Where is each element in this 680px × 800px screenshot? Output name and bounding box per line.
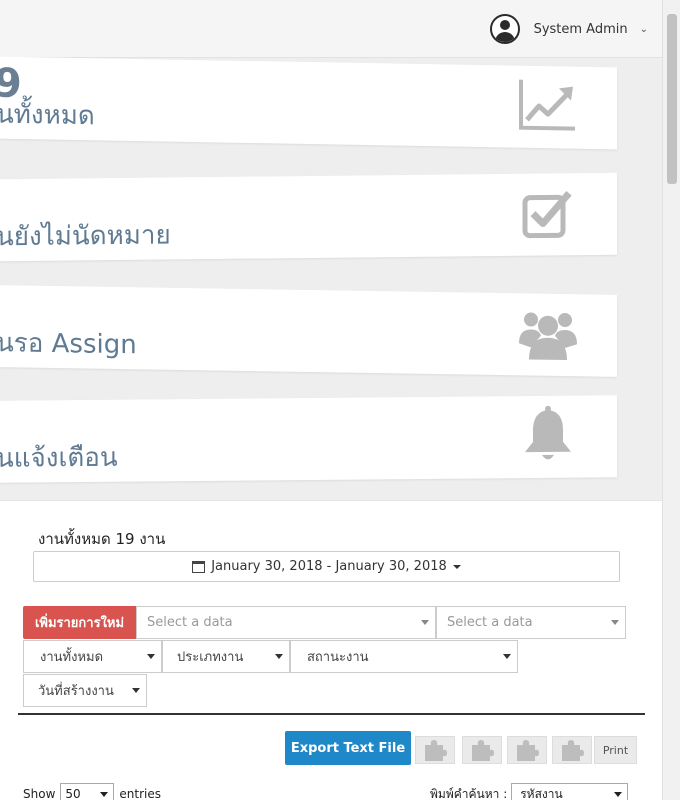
date-range-picker[interactable]: January 30, 2018 - January 30, 2018 — [33, 551, 620, 582]
line-chart-icon — [519, 79, 575, 131]
filter-value: สถานะงาน — [307, 650, 369, 665]
show-label: Show — [23, 787, 56, 800]
data-select-1[interactable]: Select a data — [136, 606, 436, 639]
puzzle-button[interactable] — [552, 736, 592, 764]
stat-card-not-scheduled[interactable]: นยังไม่นัดหมาย — [0, 172, 617, 262]
search-field-select[interactable]: รหัสงาน — [511, 783, 629, 800]
puzzle-icon — [425, 740, 447, 761]
filter-all-jobs[interactable]: งานทั้งหมด — [23, 640, 162, 673]
search-label: พิมพ์คำค้นหา : — [430, 786, 508, 800]
date-range-text: January 30, 2018 - January 30, 2018 — [211, 559, 447, 574]
export-text-file-button[interactable]: Export Text File — [285, 731, 411, 765]
print-button[interactable]: Print — [594, 736, 637, 764]
page-length-control: Show 50 entries — [23, 783, 161, 800]
chevron-down-icon — [611, 620, 619, 625]
page-scrollbar[interactable] — [662, 0, 680, 800]
stat-card-waiting-assign[interactable]: นรอ Assign — [0, 285, 617, 377]
filter-job-type[interactable]: ประเภทงาน — [162, 640, 290, 673]
top-header: System Admin ⌄ — [0, 0, 662, 58]
chevron-down-icon — [132, 688, 140, 693]
puzzle-button[interactable] — [462, 736, 502, 764]
puzzle-icon — [472, 740, 494, 761]
filter-job-status[interactable]: สถานะงาน — [290, 640, 518, 673]
bell-icon — [525, 405, 571, 460]
stat-label: นแจ้งเตือน — [0, 442, 118, 474]
avatar-head — [499, 20, 510, 30]
jobs-panel: งานทั้งหมด 19 งาน January 30, 2018 - Jan… — [0, 500, 662, 800]
filter-value: งานทั้งหมด — [40, 650, 104, 665]
users-icon — [519, 312, 577, 361]
page-length-value: 50 — [65, 787, 81, 800]
filter-value: วันที่สร้างงาน — [38, 684, 114, 699]
data-select-2[interactable]: Select a data — [436, 606, 626, 639]
search-control: พิมพ์คำค้นหา : รหัสงาน — [430, 783, 629, 800]
chevron-down-icon — [100, 792, 109, 797]
add-new-button[interactable]: เพิ่มรายการใหม่ — [23, 606, 136, 639]
avatar-body — [494, 32, 515, 42]
select-placeholder: Select a data — [147, 615, 233, 630]
search-field-value: รหัสงาน — [520, 786, 563, 800]
puzzle-button[interactable] — [507, 736, 547, 764]
user-menu[interactable]: System Admin ⌄ — [489, 14, 648, 44]
page-length-select[interactable]: 50 — [60, 783, 115, 800]
stat-label: นรอ Assign — [0, 328, 137, 361]
puzzle-button[interactable] — [415, 736, 455, 764]
stat-card-alerts[interactable]: นแจ้งเตือน — [0, 395, 617, 483]
puzzle-icon — [562, 740, 584, 761]
calendar-icon — [192, 560, 206, 573]
checkbox-icon — [522, 191, 572, 239]
stat-card-all-jobs[interactable]: 9 นทั้งหมด — [0, 56, 617, 150]
stat-label: นทั้งหมด — [0, 99, 95, 132]
select-placeholder: Select a data — [447, 615, 533, 630]
scrollbar-thumb[interactable] — [667, 14, 677, 184]
user-name[interactable]: System Admin — [534, 22, 628, 37]
chevron-down-icon — [147, 654, 155, 659]
panel-title: งานทั้งหมด 19 งาน — [38, 530, 166, 548]
chevron-down-icon[interactable]: ⌄ — [640, 24, 648, 35]
divider — [18, 713, 645, 715]
filter-created-date[interactable]: วันที่สร้างงาน — [23, 674, 147, 707]
puzzle-icon — [517, 740, 539, 761]
filter-value: ประเภทงาน — [177, 650, 244, 665]
entries-label: entries — [119, 787, 161, 800]
chevron-down-icon — [503, 654, 511, 659]
avatar[interactable] — [489, 14, 520, 44]
stat-label: นยังไม่นัดหมาย — [0, 220, 171, 253]
chevron-down-icon — [275, 654, 283, 659]
chevron-down-icon — [614, 792, 623, 797]
chevron-down-icon — [421, 620, 429, 625]
caret-down-icon — [452, 564, 461, 569]
